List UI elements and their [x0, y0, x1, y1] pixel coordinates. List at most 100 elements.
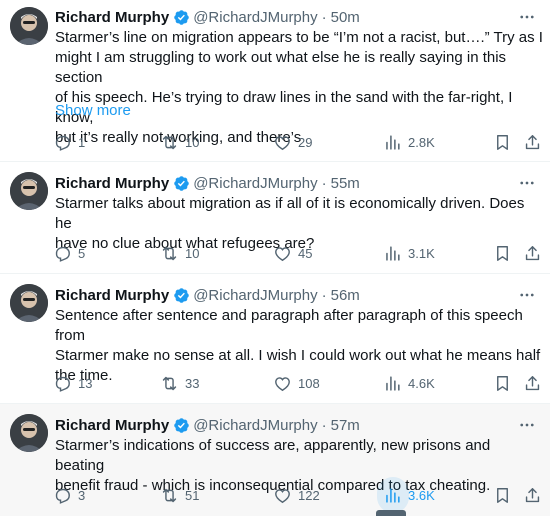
views-button[interactable]: 4.6K [383, 372, 435, 394]
tweet-2[interactable]: Richard Murphy @RichardJMurphy · 55m Sta… [0, 162, 550, 274]
tweet-header: Richard Murphy @RichardJMurphy · 50m [55, 6, 360, 28]
avatar[interactable] [10, 284, 48, 322]
share-button[interactable] [523, 131, 542, 153]
avatar[interactable] [10, 172, 48, 210]
like-button[interactable]: 122 [273, 484, 320, 506]
bookmark-button[interactable] [493, 242, 512, 264]
timestamp[interactable]: 56m [331, 287, 360, 304]
separator: · [321, 8, 327, 26]
retweet-button[interactable]: 10 [160, 242, 199, 264]
separator: · [321, 416, 327, 434]
retweet-icon [160, 374, 179, 393]
more-options-icon[interactable] [516, 174, 538, 192]
reply-button[interactable]: 5 [53, 242, 85, 264]
retweet-icon [160, 244, 179, 263]
author-name[interactable]: Richard Murphy [55, 9, 169, 26]
bookmark-icon [493, 244, 512, 263]
separator: · [321, 286, 327, 304]
retweet-icon [160, 486, 179, 505]
more-options-icon[interactable] [516, 416, 538, 434]
tweet-actions: 13 33 108 4.6K [53, 372, 540, 394]
author-name[interactable]: Richard Murphy [55, 287, 169, 304]
author-handle[interactable]: @RichardJMurphy [193, 287, 317, 304]
views-icon [383, 486, 402, 505]
verified-badge-icon [173, 175, 190, 192]
reply-icon [53, 374, 72, 393]
retweet-button[interactable]: 51 [160, 484, 199, 506]
share-icon [523, 374, 542, 393]
bookmark-button[interactable] [493, 131, 512, 153]
tweet-4[interactable]: Richard Murphy @RichardJMurphy · 57m Sta… [0, 404, 550, 516]
tweet-actions: 1 10 29 2.8K [53, 131, 540, 153]
like-button[interactable]: 108 [273, 372, 320, 394]
tweet-header: Richard Murphy @RichardJMurphy · 57m [55, 414, 360, 436]
more-options-icon[interactable] [516, 286, 538, 304]
like-button[interactable]: 29 [273, 131, 312, 153]
avatar[interactable] [10, 414, 48, 452]
retweet-button[interactable]: 33 [160, 372, 199, 394]
like-icon [273, 486, 292, 505]
reply-count: 13 [78, 375, 93, 391]
timestamp[interactable]: 57m [331, 417, 360, 434]
bookmark-button[interactable] [493, 484, 512, 506]
like-icon [273, 374, 292, 393]
more-options-icon[interactable] [516, 8, 538, 26]
tweet-actions: 3 51 122 3.6K [53, 477, 542, 513]
share-button[interactable] [523, 484, 542, 506]
retweet-icon [160, 133, 179, 152]
bookmark-button[interactable] [493, 372, 512, 394]
tweet-actions: 5 10 45 3.1K [53, 242, 540, 264]
like-count: 45 [298, 245, 313, 261]
tooltip-pointer [376, 510, 406, 516]
author-handle[interactable]: @RichardJMurphy [193, 175, 317, 192]
avatar[interactable] [10, 7, 48, 45]
views-button[interactable]: 3.6K [383, 484, 435, 506]
views-icon [383, 244, 402, 263]
tweet-3[interactable]: Richard Murphy @RichardJMurphy · 56m Sen… [0, 274, 550, 404]
reply-button[interactable]: 3 [53, 484, 85, 506]
author-handle[interactable]: @RichardJMurphy [193, 9, 317, 26]
share-icon [523, 244, 542, 263]
like-count: 29 [298, 134, 313, 150]
timeline-feed: Richard Murphy @RichardJMurphy · 50m Sta… [0, 0, 550, 516]
like-icon [273, 133, 292, 152]
views-count: 3.6K [408, 487, 435, 503]
reply-icon [53, 486, 72, 505]
author-handle[interactable]: @RichardJMurphy [193, 417, 317, 434]
retweet-count: 33 [185, 375, 200, 391]
share-button[interactable] [523, 372, 542, 394]
bookmark-icon [493, 133, 512, 152]
author-name[interactable]: Richard Murphy [55, 417, 169, 434]
like-button[interactable]: 45 [273, 242, 312, 264]
like-count: 108 [298, 375, 320, 391]
views-button[interactable]: 3.1K [383, 242, 435, 264]
tweet-header: Richard Murphy @RichardJMurphy · 55m [55, 172, 360, 194]
verified-badge-icon [173, 417, 190, 434]
views-count: 2.8K [408, 134, 435, 150]
views-button[interactable]: 2.8K [383, 131, 435, 153]
reply-button[interactable]: 13 [53, 372, 92, 394]
retweet-count: 10 [185, 134, 200, 150]
retweet-count: 51 [185, 487, 200, 503]
author-name[interactable]: Richard Murphy [55, 175, 169, 192]
tweet-1[interactable]: Richard Murphy @RichardJMurphy · 50m Sta… [0, 0, 550, 162]
views-count: 3.1K [408, 245, 435, 261]
reply-button[interactable]: 1 [53, 131, 85, 153]
share-icon [523, 486, 542, 505]
reply-count: 5 [78, 245, 86, 261]
like-count: 122 [298, 487, 320, 503]
bookmark-icon [493, 486, 512, 505]
retweet-button[interactable]: 10 [160, 131, 199, 153]
share-icon [523, 133, 542, 152]
views-icon [383, 374, 402, 393]
share-button[interactable] [523, 242, 542, 264]
views-count: 4.6K [408, 375, 435, 391]
timestamp[interactable]: 55m [331, 175, 360, 192]
reply-icon [53, 244, 72, 263]
like-icon [273, 244, 292, 263]
reply-count: 1 [78, 134, 86, 150]
verified-badge-icon [173, 9, 190, 26]
bookmark-icon [493, 374, 512, 393]
show-more-link[interactable]: Show more [55, 101, 131, 121]
timestamp[interactable]: 50m [331, 9, 360, 26]
